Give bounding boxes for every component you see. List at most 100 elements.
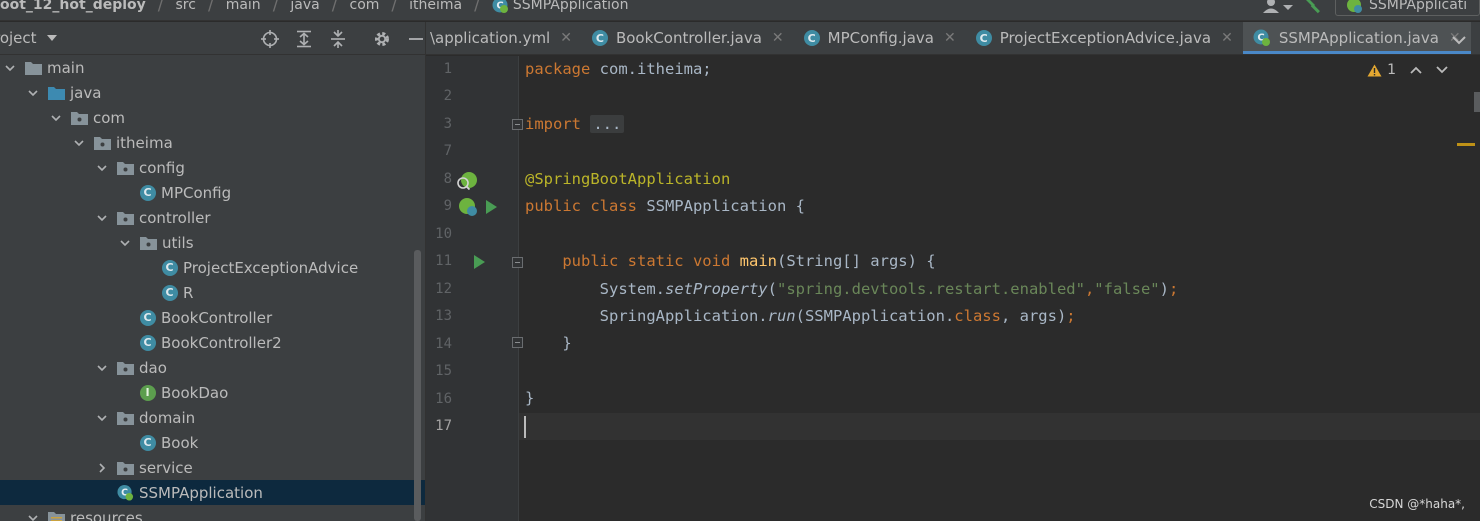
tree-item-bookcontroller[interactable]: C BookController [0,305,425,330]
code-token: ) [1159,280,1169,298]
tree-item-ssmpapplication[interactable]: C SSMPApplication [0,480,425,505]
chevron-down-icon[interactable] [26,86,40,100]
close-icon[interactable]: ✕ [560,30,572,46]
chevron-down-icon[interactable] [3,61,17,75]
package-icon [117,210,134,226]
run-configuration-selector[interactable]: SSMPApplicati [1335,0,1480,16]
tree-item-utils[interactable]: utils [0,230,425,255]
tree-item-itheima[interactable]: itheima [0,130,425,155]
breadcrumb-java[interactable]: java [290,0,319,13]
user-dropdown-icon[interactable] [1261,0,1295,14]
fold-toggle-icon[interactable] [512,257,523,268]
tree-item-resources[interactable]: resources [0,505,425,521]
class-icon: C [139,334,156,351]
chevron-down-icon[interactable] [95,161,109,175]
tree-item-r[interactable]: C R [0,280,425,305]
build-hammer-icon[interactable] [1305,0,1325,14]
class-icon: C [591,30,608,46]
tree-item-com[interactable]: com [0,105,425,130]
spring-bean-navigation-icon[interactable] [457,170,479,190]
breadcrumb-itheima[interactable]: itheima [409,0,462,13]
breadcrumb-com[interactable]: com [350,0,380,13]
tree-item-book[interactable]: C Book [0,430,425,455]
breadcrumb-main[interactable]: main [226,0,261,13]
tree-item-mpconfig[interactable]: C MPConfig [0,180,425,205]
breadcrumb-ssmpapplication[interactable]: SSMPApplication [513,0,629,13]
tree-item-label: utils [162,233,194,252]
inspection-widget[interactable]: 1 [1367,62,1448,78]
expand-all-button[interactable] [294,29,314,49]
close-icon[interactable]: ✕ [944,30,956,46]
chevron-down-icon[interactable] [72,136,86,150]
tree-item-controller[interactable]: controller [0,205,425,230]
tree-item-domain[interactable]: domain [0,405,425,430]
code-token: , [1084,280,1095,298]
tree-item-main[interactable]: main [0,55,425,80]
project-tool-window: roject [0,22,425,521]
tab-ssmpapplication-java[interactable]: C SSMPApplication.java ✕ [1242,22,1471,54]
fold-toggle-icon[interactable] [512,119,523,130]
fold-toggle-icon[interactable] [512,337,523,348]
chevron-right-icon[interactable] [95,461,109,475]
chevron-down-icon[interactable] [95,411,109,425]
chevron-down-icon[interactable] [26,511,40,521]
breadcrumb-project[interactable]: oot_12_hot_deploy [0,0,146,13]
close-icon[interactable]: ✕ [772,30,784,46]
chevron-down-icon[interactable] [1436,65,1448,75]
line-number: 11 [435,253,452,269]
tree-item-label: BookController2 [161,333,282,352]
chevron-down-icon[interactable] [118,236,132,250]
package-icon [71,110,88,126]
chevron-up-icon[interactable] [1410,65,1422,75]
code-token: run [767,307,796,325]
code-editor[interactable]: 1 2 3 7 8 9 10 11 12 13 14 15 16 17 pack… [426,56,1480,521]
run-icon[interactable] [484,199,498,215]
code-token: ( [767,280,777,298]
folded-imports[interactable]: ... [590,115,625,133]
code-token: setProperty [664,280,768,298]
run-icon[interactable] [472,254,486,270]
tree-item-bookdao[interactable]: I BookDao [0,380,425,405]
class-icon: C [161,259,178,276]
chevron-down-icon[interactable] [95,211,109,225]
tree-item-dao[interactable]: dao [0,355,425,380]
tree-item-label: service [139,458,193,477]
collapse-all-button[interactable] [328,29,348,49]
project-scrollbar[interactable] [414,250,421,521]
tab-bookcontroller-java[interactable]: C BookController.java ✕ [582,22,794,54]
tree-item-bookcontroller2[interactable]: C BookController2 [0,330,425,355]
tree-item-java[interactable]: java [0,80,425,105]
code-token: System. [599,280,665,298]
tree-item-label: BookController [161,308,273,327]
tree-item-label: R [183,283,194,302]
tab-label: ProjectExceptionAdvice.java [999,29,1212,47]
tree-item-label: itheima [116,133,173,152]
tab-application-yml[interactable]: \application.yml ✕ [426,22,582,54]
tree-item-config[interactable]: config [0,155,425,180]
breadcrumb-src[interactable]: src [176,0,196,13]
close-icon[interactable]: ✕ [1221,30,1233,46]
warning-stripe-marker[interactable] [1457,143,1475,146]
editor-scrollbar[interactable] [1474,92,1480,112]
tab-projectexceptionadvice-java[interactable]: C ProjectExceptionAdvice.java ✕ [966,22,1243,54]
project-toolbar [260,29,425,49]
chevron-down-icon[interactable] [47,35,57,41]
chevron-down-icon[interactable] [95,361,109,375]
tab-mpconfig-java[interactable]: C MPConfig.java ✕ [794,22,966,54]
code-line-3: import ... [525,111,625,138]
show-all-tabs-button[interactable] [1452,31,1466,50]
line-number: 14 [435,336,452,352]
code-line-11: public static void main(String[] args) { [525,248,936,275]
chevron-down-icon[interactable] [49,111,63,125]
text-caret [524,416,526,438]
spring-context-icon[interactable] [457,197,479,217]
hide-panel-button[interactable] [406,29,425,49]
tree-item-service[interactable]: service [0,455,425,480]
code-token: (String[] args) { [776,252,936,270]
chevron-down-icon [1452,36,1466,45]
settings-button[interactable] [372,29,392,49]
locate-file-button[interactable] [260,29,280,49]
tree-item-projectexceptionadvice[interactable]: C ProjectExceptionAdvice [0,255,425,280]
code-token: public static void [562,252,731,270]
project-view-title[interactable]: roject [0,29,37,47]
